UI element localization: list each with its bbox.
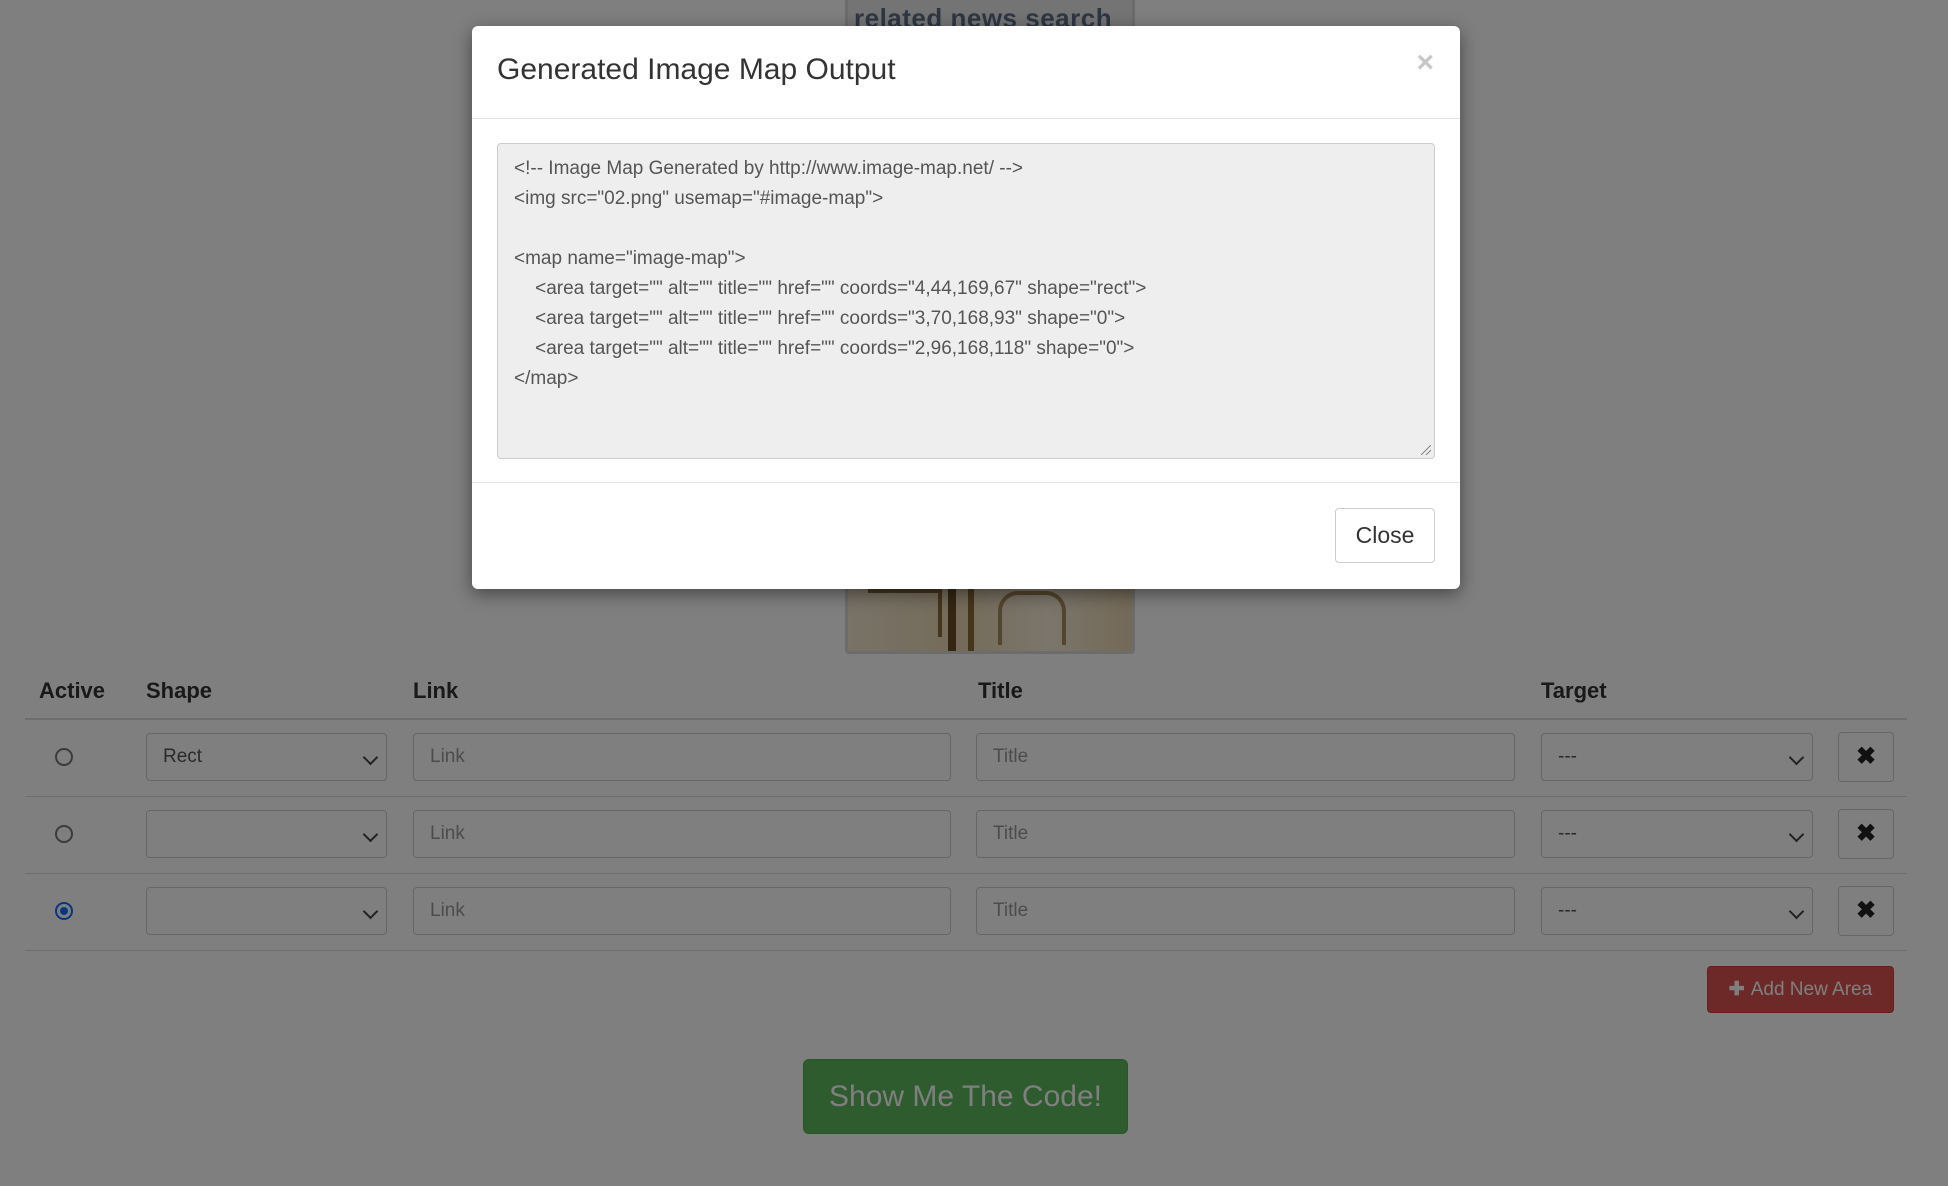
modal-footer: Close	[472, 482, 1460, 589]
modal-header: Generated Image Map Output ×	[472, 26, 1460, 119]
code-line: <area target="" alt="" title="" href="" …	[514, 338, 1135, 359]
code-line: <!-- Image Map Generated by http://www.i…	[514, 158, 1024, 179]
generated-code-modal: Generated Image Map Output × <!-- Image …	[472, 26, 1460, 589]
code-line: <area target="" alt="" title="" href="" …	[514, 308, 1126, 329]
code-line: <area target="" alt="" title="" href="" …	[514, 278, 1147, 299]
code-output-textarea[interactable]: <!-- Image Map Generated by http://www.i…	[497, 143, 1435, 459]
code-line: </map>	[514, 368, 579, 389]
code-line: <map name="image-map">	[514, 248, 746, 269]
resize-handle-icon[interactable]	[1421, 445, 1431, 455]
modal-title: Generated Image Map Output	[497, 53, 896, 86]
page: related news search Active Shape Link Ti…	[0, 0, 1948, 1186]
close-button[interactable]: Close	[1335, 508, 1435, 563]
code-line: <img src="02.png" usemap="#image-map">	[514, 188, 884, 209]
close-icon[interactable]: ×	[1416, 46, 1434, 80]
